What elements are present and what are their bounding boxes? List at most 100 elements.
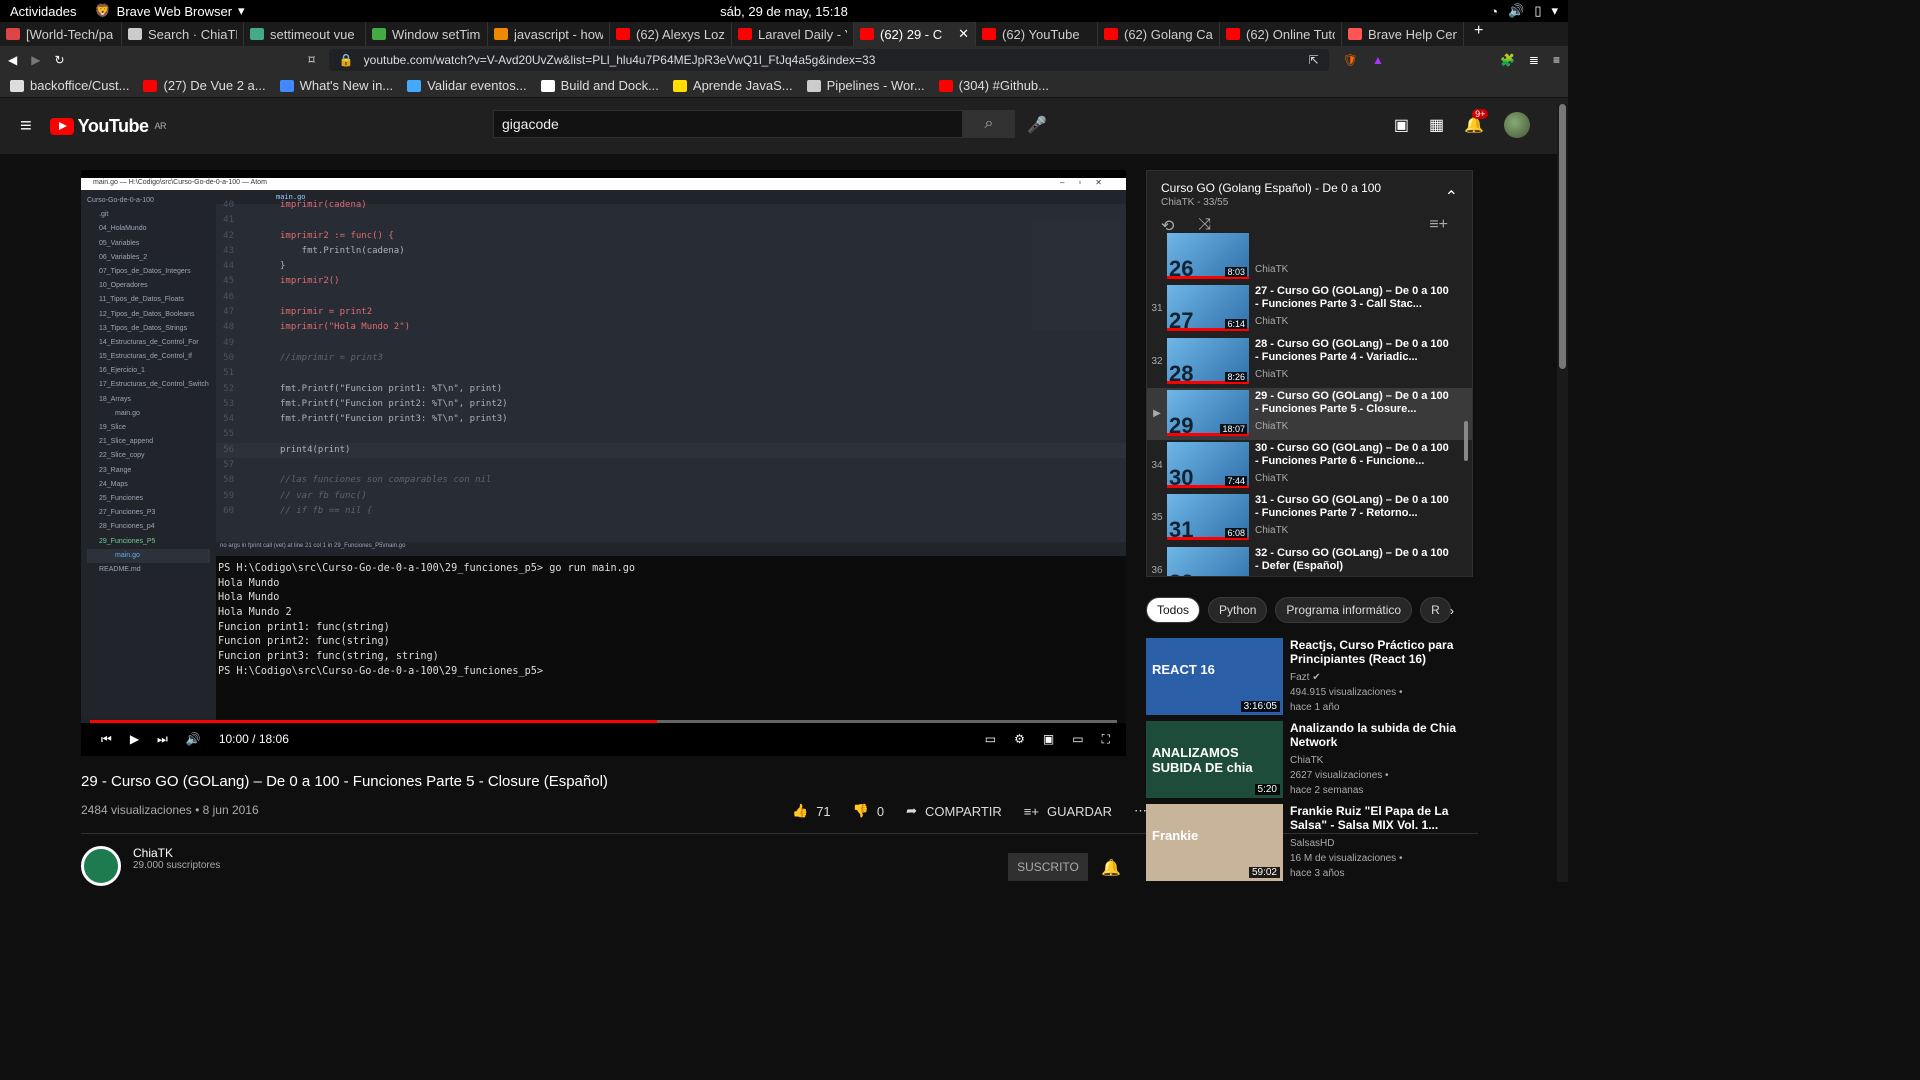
play-icon[interactable]: ▶ — [130, 732, 139, 746]
browser-tab[interactable]: javascript - how — [488, 22, 610, 46]
progress-bar[interactable] — [90, 720, 1117, 723]
playlist-title[interactable]: Curso GO (Golang Español) - De 0 a 100 — [1161, 181, 1458, 195]
bookmark-item[interactable]: Build and Dock... — [540, 78, 659, 93]
avatar[interactable] — [1504, 112, 1530, 138]
browser-tab[interactable]: (62) 29 - C ✕ — [854, 22, 976, 46]
youtube-logo[interactable]: YouTube AR — [49, 116, 166, 137]
browser-tab[interactable]: Laravel Daily - Yo — [732, 22, 854, 46]
notifications-icon[interactable]: 🔔 9+ — [1464, 109, 1489, 135]
back-icon[interactable]: ◀ — [8, 53, 17, 67]
filter-chip[interactable]: R — [1420, 597, 1451, 623]
browser-tab[interactable]: Brave Help Cente — [1342, 22, 1464, 46]
battery-icon[interactable]: ▯ — [1534, 3, 1541, 19]
video-thumbnail[interactable]: 27 6:14 — [1167, 285, 1249, 333]
volume-icon[interactable]: 🔊 — [1508, 3, 1524, 19]
item-title[interactable]: 27 - Curso GO (GOLang) – De 0 a 100 - Fu… — [1255, 285, 1450, 311]
extension-icon[interactable]: 🧩 — [1500, 53, 1515, 67]
settings-gear-icon[interactable]: ⚙ — [1014, 732, 1025, 747]
video-thumbnail[interactable]: 31 6:08 — [1167, 494, 1249, 542]
browser-tab[interactable]: (62) Golang Cafe — [1098, 22, 1220, 46]
browser-tab[interactable]: settimeout vue m — [244, 22, 366, 46]
item-title[interactable] — [1255, 233, 1450, 259]
rewards-icon[interactable]: ▲ — [1372, 53, 1384, 67]
browser-tab[interactable]: (62) Alexys Lozac — [610, 22, 732, 46]
close-icon[interactable]: ✕ — [958, 26, 969, 42]
activities-button[interactable]: Actividades — [10, 4, 76, 19]
share-button[interactable]: ➦ COMPARTIR — [906, 803, 1002, 819]
bookmark-item[interactable]: Pipelines - Wor... — [806, 78, 925, 93]
item-title[interactable]: 28 - Curso GO (GOLang) – De 0 a 100 - Fu… — [1255, 338, 1450, 364]
save-button[interactable]: ≡+ GUARDAR — [1024, 804, 1112, 819]
rec-title[interactable]: Frankie Ruiz "El Papa de La Salsa" - Sal… — [1290, 804, 1470, 832]
forward-icon[interactable]: ▶ — [31, 53, 40, 67]
microphone-icon[interactable]: 🎤 — [1027, 115, 1047, 135]
video-thumbnail[interactable]: REACT 16 3:16:05 — [1146, 638, 1283, 715]
playlist-icon[interactable]: ≣ — [1529, 53, 1539, 67]
browser-tab[interactable]: (62) YouTube — [976, 22, 1098, 46]
playlist-item[interactable]: 31 27 6:14 27 - Curso GO (GOLang) – De 0 a … — [1147, 283, 1472, 335]
filter-chip[interactable]: Programa informático — [1275, 597, 1413, 623]
playlist-item[interactable]: 26 8:03 ChiaTK — [1147, 231, 1472, 283]
bookmark-item[interactable]: Aprende JavaS... — [672, 78, 793, 93]
item-title[interactable]: 29 - Curso GO (GOLang) – De 0 a 100 - Fu… — [1255, 390, 1450, 416]
bookmark-icon[interactable]: ⌑ — [309, 53, 315, 67]
rec-title[interactable]: Reactjs, Curso Práctico para Principiant… — [1290, 638, 1470, 666]
url-text[interactable]: youtube.com/watch?v=V-Avd20UvZw&list=PLl… — [364, 53, 876, 67]
browser-tab[interactable]: [World-Tech/pa — [0, 22, 122, 46]
playlist-item[interactable]: 32 28 8:26 28 - Curso GO (GOLang) – De 0 a … — [1147, 336, 1472, 388]
app-menu[interactable]: 🦁 Brave Web Browser ▾ — [94, 3, 244, 19]
playlist-item[interactable]: 34 30 7:44 30 - Curso GO (GOLang) – De 0 a … — [1147, 440, 1472, 492]
channel-name[interactable]: ChiaTK — [133, 846, 220, 860]
bookmark-item[interactable]: What's New in... — [279, 78, 393, 93]
filter-chip[interactable]: Python — [1208, 597, 1268, 623]
filter-chip[interactable]: Todos — [1146, 597, 1201, 623]
wifi-icon[interactable]: ◔ — [1490, 4, 1498, 19]
video-thumbnail[interactable]: 28 8:26 — [1167, 337, 1249, 386]
chevron-down-icon[interactable]: ▾ — [1551, 3, 1558, 19]
miniplayer-icon[interactable]: ▣ — [1043, 732, 1054, 747]
menu-icon[interactable]: ≡ — [1553, 53, 1560, 67]
video-thumbnail[interactable]: Frankie 59:02 — [1146, 804, 1283, 881]
volume-icon[interactable]: 🔊 — [186, 732, 201, 746]
collapse-icon[interactable]: ⌃ — [1445, 187, 1458, 207]
playlist-scrollbar[interactable] — [1464, 421, 1468, 461]
item-title[interactable]: 31 - Curso GO (GOLang) – De 0 a 100 - Fu… — [1255, 494, 1450, 520]
bookmark-item[interactable]: (304) #Github... — [938, 78, 1049, 93]
search-input[interactable]: gigacode — [493, 110, 963, 138]
video-thumbnail[interactable]: 3216:01 — [1167, 546, 1249, 576]
rec-title[interactable]: Analizando la subida de Chia Network — [1290, 721, 1470, 749]
new-tab-icon[interactable]: + — [1464, 22, 1493, 46]
system-tray[interactable]: ◔ 🔊 ▯ ▾ — [1490, 3, 1558, 19]
video-thumbnail[interactable]: 29 18:07 — [1167, 389, 1249, 438]
dislike-button[interactable]: 👎 0 — [853, 803, 884, 819]
recommended-video[interactable]: REACT 16 3:16:05 Reactjs, Curso Práctico p… — [1146, 638, 1476, 716]
fullscreen-icon[interactable]: ⛶ — [1102, 732, 1110, 747]
video-thumbnail[interactable]: 26 8:03 — [1167, 233, 1249, 281]
browser-tab[interactable]: Search · ChiaTK — [122, 22, 244, 46]
subtitles-icon[interactable]: ▭ — [985, 732, 996, 747]
bookmark-item[interactable]: backoffice/Cust... — [10, 78, 129, 93]
recommended-video[interactable]: ANALIZAMOS SUBIDA DE chia 5:20 Analizando … — [1146, 721, 1476, 799]
item-title[interactable]: 30 - Curso GO (GOLang) – De 0 a 100 - Fu… — [1255, 442, 1450, 468]
video-thumbnail[interactable]: 30 7:44 — [1167, 442, 1249, 490]
hamburger-menu-icon[interactable]: ≡ — [20, 115, 32, 138]
page-scrollbar[interactable] — [1557, 104, 1568, 882]
create-video-icon[interactable]: ▣ — [1394, 115, 1409, 135]
playlist-item[interactable]: 36 3216:0132 - Curso GO (GOLang) – De 0 a… — [1147, 545, 1472, 576]
browser-tab[interactable]: (62) Online Tutor — [1220, 22, 1342, 46]
video-player[interactable]: main.go — H:\Codigo\src\Curso-Go-de-0-a-… — [81, 170, 1126, 756]
channel-avatar[interactable] — [81, 846, 121, 886]
playlist-item[interactable]: 35 31 6:08 31 - Curso GO (GOLang) – De 0 a … — [1147, 492, 1472, 544]
item-title[interactable]: 32 - Curso GO (GOLang) – De 0 a 100 - De… — [1255, 547, 1450, 573]
video-thumbnail[interactable]: ANALIZAMOS SUBIDA DE chia 5:20 — [1146, 721, 1283, 798]
brave-shields-icon[interactable]: 🛡 — [1343, 53, 1358, 67]
bell-icon[interactable]: 🔔 — [1101, 858, 1121, 878]
apps-grid-icon[interactable]: ▦ — [1429, 115, 1444, 135]
search-button[interactable]: ⌕ — [963, 110, 1015, 138]
bookmark-item[interactable]: Validar eventos... — [407, 78, 527, 93]
reload-icon[interactable]: ↻ — [54, 53, 64, 67]
playlist-item[interactable]: ▶ 29 18:07 29 - Curso GO (GOLang) – De 0 a … — [1147, 387, 1472, 441]
like-button[interactable]: 👍 71 — [792, 803, 831, 819]
browser-tab[interactable]: Window setTime — [366, 22, 488, 46]
subscribed-button[interactable]: SUSCRITO — [1008, 853, 1088, 881]
